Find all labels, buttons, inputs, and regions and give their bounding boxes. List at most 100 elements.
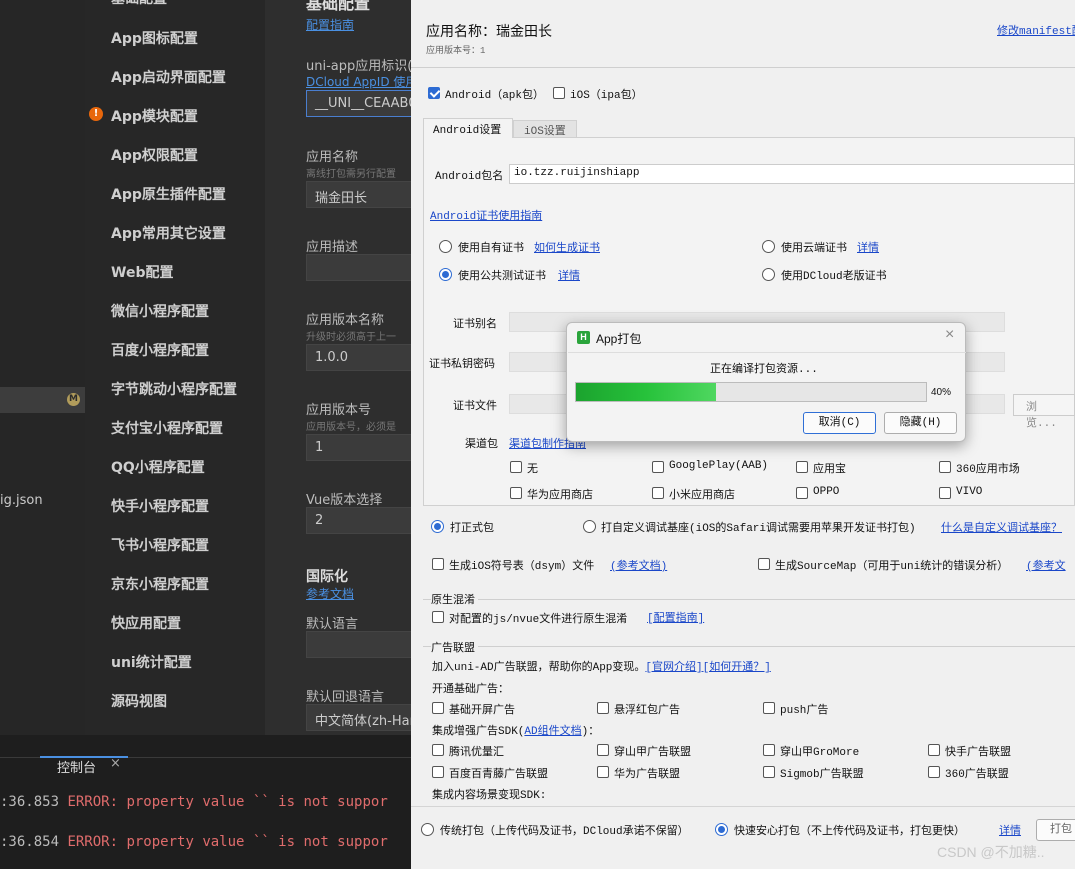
fallback-lang-select[interactable]: 中文简体(zh-Han xyxy=(306,704,416,731)
sourcemap-checkbox[interactable] xyxy=(758,558,770,570)
app-name-input[interactable]: 瑞金田长 xyxy=(306,181,416,208)
fallback-lang-label: 默认回退语言 xyxy=(306,690,385,705)
vue-version-select[interactable]: 2 xyxy=(306,507,416,534)
package-name-input[interactable]: io.tzz.ruijinshiapp xyxy=(509,164,1075,184)
app-desc-input[interactable] xyxy=(306,254,416,281)
custom-base-radio[interactable] xyxy=(583,520,596,533)
ad-official-link[interactable]: [官网介绍] xyxy=(645,662,702,674)
file-tree-item[interactable]: ig.json xyxy=(0,493,43,508)
appid-input[interactable]: __UNI__CEAAB0 xyxy=(306,90,416,117)
obfuscation-guide-link[interactable]: [配置指南] xyxy=(647,609,704,625)
public-cert-detail-link[interactable]: 详情 xyxy=(558,267,580,283)
app-version: 应用版本号：1 xyxy=(426,46,486,56)
ad-checkbox[interactable] xyxy=(432,702,444,714)
ad-checkbox[interactable] xyxy=(432,766,444,778)
ad-checkbox[interactable] xyxy=(597,766,609,778)
ad-checkbox[interactable] xyxy=(928,766,940,778)
nav-item-alipay[interactable]: 支付宝小程序配置 xyxy=(111,418,223,438)
name-hint: 离线打包需另行配置 xyxy=(306,169,396,180)
android-checkbox[interactable] xyxy=(428,87,440,99)
formal-pack-radio[interactable] xyxy=(431,520,444,533)
ad-checkbox[interactable] xyxy=(597,744,609,756)
fast-pack-radio[interactable] xyxy=(715,823,728,836)
sourcemap-doc-link[interactable]: (参考文 xyxy=(1026,557,1066,573)
ios-checkbox[interactable] xyxy=(553,87,565,99)
nav-item-web[interactable]: Web配置 xyxy=(111,262,173,282)
own-cert-radio[interactable] xyxy=(439,240,452,253)
nav-item-feishu[interactable]: 飞书小程序配置 xyxy=(111,535,209,555)
channel-checkbox[interactable] xyxy=(939,461,951,473)
cloud-cert-detail-link[interactable]: 详情 xyxy=(857,239,879,255)
nav-item-permissions[interactable]: App权限配置 xyxy=(111,145,198,165)
tab-console[interactable]: 控制台 xyxy=(57,757,96,776)
ad-sdk-huawei: 华为广告联盟 xyxy=(614,769,680,781)
ad-checkbox[interactable] xyxy=(763,766,775,778)
channel-checkbox[interactable] xyxy=(652,461,664,473)
nav-item-modules[interactable]: App模块配置 xyxy=(111,106,198,126)
cancel-button[interactable]: 取消(C) xyxy=(803,412,876,434)
nav-item-weixin[interactable]: 微信小程序配置 xyxy=(111,301,209,321)
nav-item-unistat[interactable]: uni统计配置 xyxy=(111,652,192,672)
nav-item-quickapp[interactable]: 快应用配置 xyxy=(111,613,181,633)
ad-how-link[interactable]: [如何开通？] xyxy=(703,662,771,674)
version-name-input[interactable]: 1.0.0 xyxy=(306,344,416,371)
dsym-doc-link[interactable]: (参考文档) xyxy=(610,557,667,573)
ad-checkbox[interactable] xyxy=(432,744,444,756)
ad-sdk-sigmob: Sigmob广告联盟 xyxy=(780,769,864,781)
cert-guide-link[interactable]: Android证书使用指南 xyxy=(430,207,542,223)
ad-checkbox[interactable] xyxy=(928,744,940,756)
i18n-doc-link[interactable]: 参考文档 xyxy=(306,585,354,602)
hbuilder-logo-icon: H xyxy=(577,331,590,344)
fast-pack-label: 快速安心打包（不上传代码及证书，打包更快） xyxy=(734,826,965,838)
ad-checkbox[interactable] xyxy=(763,702,775,714)
pack-button[interactable]: 打包 xyxy=(1036,819,1075,841)
traditional-pack-radio[interactable] xyxy=(421,823,434,836)
channel-checkbox[interactable] xyxy=(796,487,808,499)
ad-sdk-kuaishou: 快手广告联盟 xyxy=(945,747,1011,759)
channel-checkbox[interactable] xyxy=(510,487,522,499)
ad-checkbox[interactable] xyxy=(597,702,609,714)
nav-item-toutiao[interactable]: 字节跳动小程序配置 xyxy=(111,379,237,399)
nav-item-native-plugins[interactable]: App原生插件配置 xyxy=(111,184,226,204)
config-guide-link[interactable]: 配置指南 xyxy=(306,16,354,33)
old-cert-radio[interactable] xyxy=(762,268,775,281)
channel-label-yingyongbao: 应用宝 xyxy=(813,464,846,476)
edit-manifest-link[interactable]: 修改manifest配 xyxy=(997,22,1075,38)
nav-item-other[interactable]: App常用其它设置 xyxy=(111,223,226,243)
version-code-input[interactable]: 1 xyxy=(306,434,416,461)
nav-item-kuaishou[interactable]: 快手小程序配置 xyxy=(111,496,209,516)
version-code-hint: 应用版本号，必须是 xyxy=(306,422,396,433)
close-icon[interactable]: × xyxy=(945,326,954,344)
how-to-cert-link[interactable]: 如何生成证书 xyxy=(534,239,600,255)
section-title: 基础配置 xyxy=(306,0,371,13)
default-lang-select[interactable] xyxy=(306,631,416,658)
channel-checkbox[interactable] xyxy=(796,461,808,473)
ad-checkbox[interactable] xyxy=(763,744,775,756)
ad-sdk-doc-link[interactable]: AD组件文档 xyxy=(524,726,581,738)
close-icon[interactable]: × xyxy=(110,756,121,771)
channel-checkbox[interactable] xyxy=(939,487,951,499)
dialog-divider xyxy=(568,352,966,353)
ad-intro: 加入uni-AD广告联盟，帮助你的App变现。[官网介绍][如何开通？] xyxy=(432,662,771,674)
obfuscation-checkbox[interactable] xyxy=(432,611,444,623)
nav-item-icon[interactable]: App图标配置 xyxy=(111,28,198,48)
hide-button[interactable]: 隐藏(H) xyxy=(884,412,957,434)
nav-item-baidu[interactable]: 百度小程序配置 xyxy=(111,340,209,360)
fast-pack-detail-link[interactable]: 详情 xyxy=(999,822,1021,838)
browse-button[interactable]: 浏览... xyxy=(1013,394,1075,430)
ad-content-label: 集成内容场景变现SDK: xyxy=(432,790,547,802)
public-cert-radio[interactable] xyxy=(439,268,452,281)
appid-doc-link[interactable]: DCloud AppID 使用 xyxy=(306,73,417,90)
nav-item-splash[interactable]: App启动界面配置 xyxy=(111,67,226,87)
nav-item-basic[interactable]: 基础配置 xyxy=(111,0,167,8)
nav-item-source[interactable]: 源码视图 xyxy=(111,691,167,711)
dsym-checkbox[interactable] xyxy=(432,558,444,570)
nav-item-jd[interactable]: 京东小程序配置 xyxy=(111,574,209,594)
cloud-cert-radio[interactable] xyxy=(762,240,775,253)
channel-checkbox[interactable] xyxy=(652,487,664,499)
ad-sdk-pangle: 穿山甲广告联盟 xyxy=(614,747,691,759)
channel-checkbox[interactable] xyxy=(510,461,522,473)
custom-base-help-link[interactable]: 什么是自定义调试基座？ xyxy=(941,519,1062,535)
nav-item-qq[interactable]: QQ小程序配置 xyxy=(111,457,205,477)
dsym-label: 生成iOS符号表（dsym）文件 xyxy=(449,561,595,573)
